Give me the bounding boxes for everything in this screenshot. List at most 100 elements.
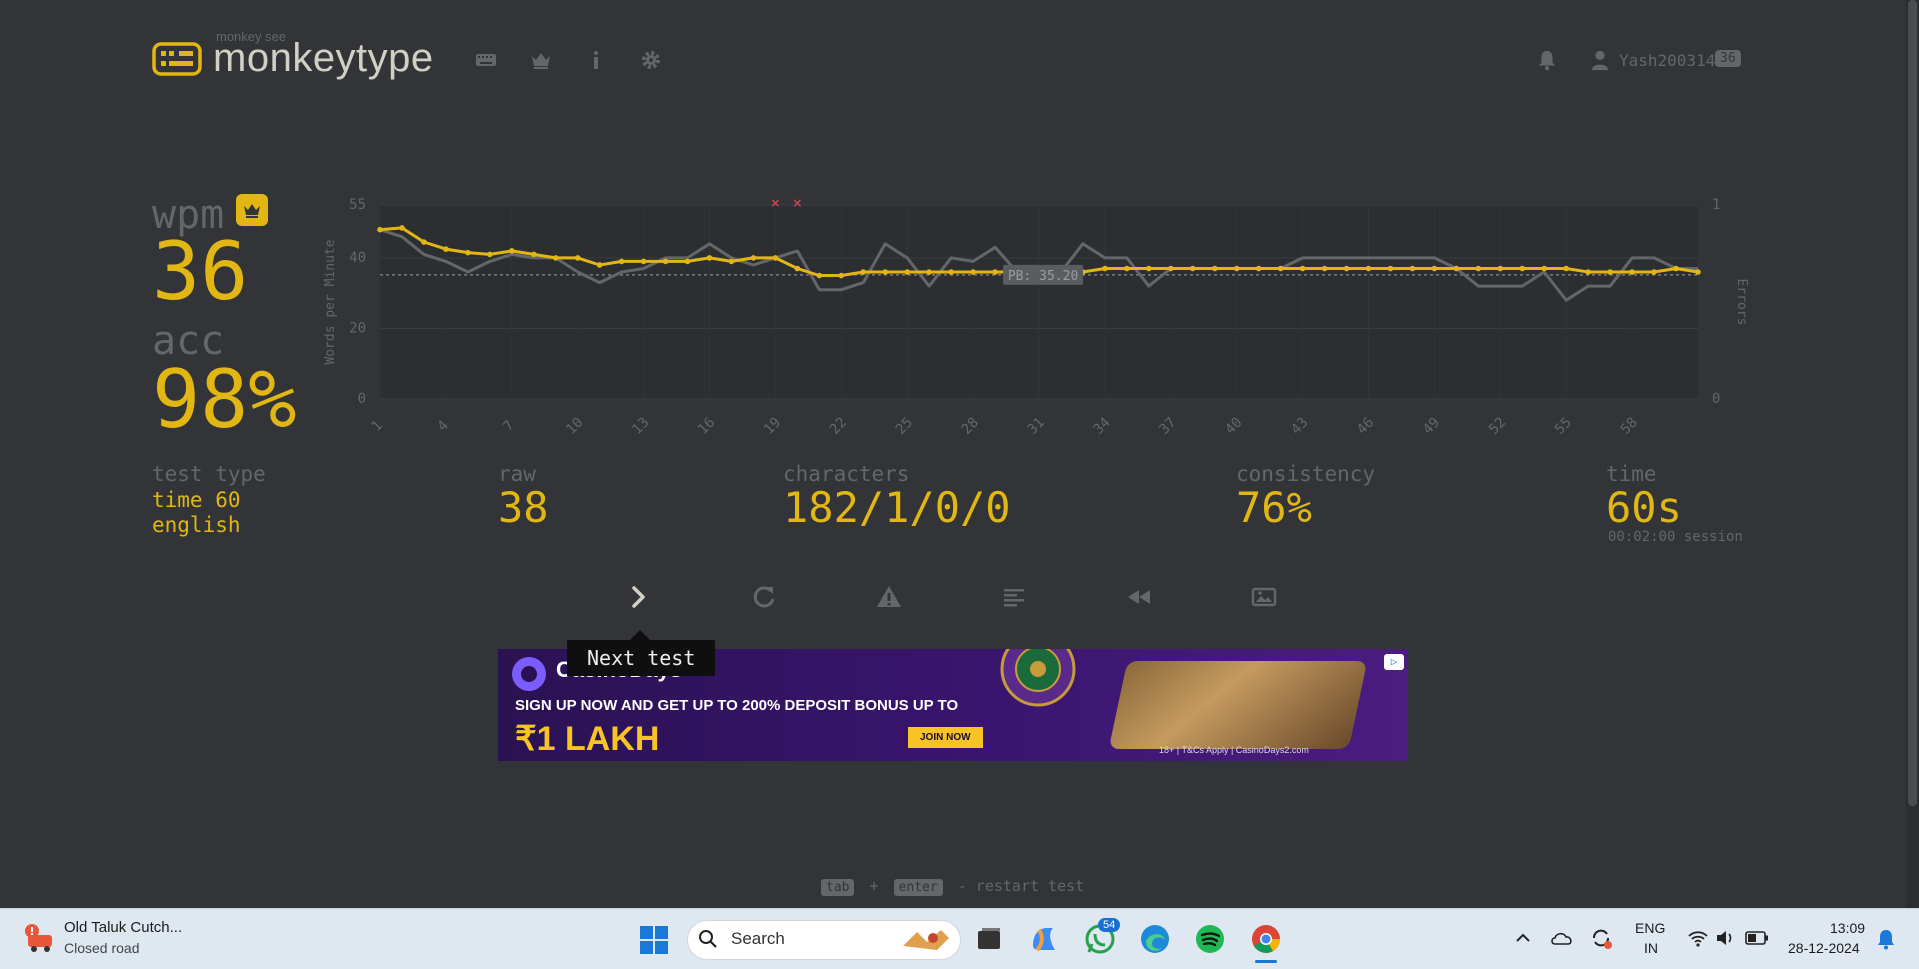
y-tick-label: 40 bbox=[349, 250, 366, 266]
next-test-button[interactable] bbox=[624, 582, 654, 612]
next-test-tooltip: Next test bbox=[567, 640, 716, 676]
wpm-point bbox=[465, 249, 471, 256]
rewind-icon[interactable] bbox=[1124, 582, 1154, 612]
wpm-point bbox=[574, 255, 581, 261]
test-type-language[interactable]: english bbox=[152, 513, 241, 537]
time-value: 60s bbox=[1606, 483, 1682, 532]
wpm-point bbox=[1585, 269, 1591, 275]
monkeytype-logo-icon[interactable] bbox=[152, 42, 202, 76]
bell-icon[interactable] bbox=[1536, 49, 1558, 71]
onedrive-icon[interactable] bbox=[1550, 928, 1574, 948]
accuracy-value: 98% bbox=[152, 353, 297, 446]
error-marker: × bbox=[770, 196, 780, 210]
logo-text[interactable]: monkeytype bbox=[213, 36, 434, 81]
user-icon[interactable] bbox=[1589, 49, 1611, 71]
ad-headline: SIGN UP NOW AND GET UP TO 200% DEPOSIT B… bbox=[515, 697, 959, 714]
x-tick-label: 19 bbox=[761, 415, 784, 438]
wpm-point bbox=[772, 255, 779, 261]
consistency-value: 76% bbox=[1236, 483, 1312, 532]
copilot-icon[interactable] bbox=[1027, 922, 1061, 956]
spotify-icon[interactable] bbox=[1193, 922, 1227, 956]
gear-icon[interactable] bbox=[639, 48, 663, 72]
wpm-point bbox=[970, 269, 976, 275]
wpm-point bbox=[662, 258, 669, 265]
wpm-point bbox=[640, 258, 647, 265]
wpm-point bbox=[1497, 265, 1504, 272]
y2-tick-label: 0 bbox=[1712, 391, 1720, 407]
volume-icon[interactable] bbox=[1714, 928, 1736, 948]
x-tick-label: 31 bbox=[1025, 415, 1048, 438]
x-tick-label: 49 bbox=[1420, 415, 1443, 438]
account-username[interactable]: Yash200314 bbox=[1619, 51, 1715, 70]
wpm-point bbox=[684, 258, 691, 265]
chrome-active-indicator bbox=[1255, 960, 1277, 963]
y2-tick-label: 1 bbox=[1712, 197, 1720, 213]
search-highlight-icon bbox=[903, 930, 949, 950]
windows-start-icon[interactable] bbox=[639, 925, 669, 955]
wpm-point bbox=[1124, 265, 1130, 272]
x-tick-label: 1 bbox=[369, 418, 386, 435]
search-icon bbox=[699, 930, 717, 948]
restart-button[interactable] bbox=[749, 582, 779, 612]
clock-date[interactable]: 28-12-2024 bbox=[1788, 940, 1860, 956]
wpm-point bbox=[1387, 265, 1394, 272]
warning-icon[interactable] bbox=[874, 582, 904, 612]
wpm-point bbox=[1563, 265, 1569, 272]
wpm-point bbox=[992, 269, 998, 275]
y-tick-label: 55 bbox=[349, 197, 366, 213]
language-indicator[interactable]: ENG bbox=[1635, 920, 1665, 936]
region-indicator[interactable]: IN bbox=[1644, 940, 1658, 956]
weather-widget-title[interactable]: Old Taluk Cutch... bbox=[64, 919, 182, 936]
wpm-point bbox=[750, 255, 757, 261]
wpm-point bbox=[596, 262, 603, 268]
x-tick-label: 4 bbox=[434, 418, 451, 435]
wpm-point bbox=[1519, 265, 1526, 272]
battery-icon[interactable] bbox=[1745, 929, 1769, 947]
text-align-icon[interactable] bbox=[999, 582, 1029, 612]
wpm-point bbox=[1343, 265, 1350, 272]
notification-bell-icon[interactable] bbox=[1876, 928, 1896, 950]
wpm-point bbox=[1168, 265, 1174, 272]
raw-value: 38 bbox=[498, 483, 549, 532]
sync-icon[interactable] bbox=[1589, 926, 1613, 950]
wpm-point bbox=[1146, 265, 1152, 272]
info-icon[interactable] bbox=[584, 48, 608, 72]
chrome-icon[interactable] bbox=[1249, 922, 1283, 956]
wpm-point bbox=[1102, 265, 1108, 272]
chevron-up-icon[interactable] bbox=[1514, 929, 1532, 947]
crown-icon[interactable] bbox=[529, 48, 553, 72]
wpm-point bbox=[1255, 265, 1262, 272]
wpm-point bbox=[1299, 265, 1306, 272]
x-tick-label: 58 bbox=[1618, 415, 1641, 438]
test-type-mode[interactable]: time 60 bbox=[152, 488, 241, 512]
taskbar-search-placeholder: Search bbox=[731, 929, 785, 948]
x-tick-label: 7 bbox=[500, 418, 517, 435]
wpm-point bbox=[882, 269, 889, 275]
wpm-point bbox=[399, 225, 405, 231]
wpm-point bbox=[1673, 265, 1679, 272]
wpm-point bbox=[1321, 265, 1328, 272]
wpm-point bbox=[530, 251, 537, 258]
ad-photo bbox=[1108, 661, 1368, 749]
wpm-point bbox=[706, 255, 713, 261]
y-tick-label: 0 bbox=[358, 391, 366, 407]
adchoices-icon[interactable]: ▷ bbox=[1384, 654, 1404, 670]
task-view-icon[interactable] bbox=[972, 922, 1006, 956]
edge-icon[interactable] bbox=[1138, 922, 1172, 956]
ad-join-button[interactable]: JOIN NOW bbox=[908, 727, 983, 748]
tab-key: tab bbox=[821, 879, 855, 896]
wpm-point bbox=[1277, 265, 1284, 272]
x-tick-label: 34 bbox=[1090, 415, 1113, 438]
image-icon[interactable] bbox=[1249, 582, 1279, 612]
weather-widget-subtitle[interactable]: Closed road bbox=[64, 940, 140, 956]
wpm-point bbox=[838, 272, 845, 279]
wpm-point bbox=[948, 269, 954, 275]
wifi-icon[interactable] bbox=[1687, 928, 1709, 948]
x-tick-label: 52 bbox=[1486, 415, 1509, 438]
restart-hint: tab + enter - restart test bbox=[821, 877, 1084, 896]
road-closed-weather-icon[interactable] bbox=[22, 923, 56, 955]
ad-amount: ₹1 LAKH bbox=[515, 720, 660, 758]
scrollbar-thumb[interactable] bbox=[1908, 0, 1917, 806]
clock-time[interactable]: 13:09 bbox=[1830, 920, 1865, 936]
keyboard-icon[interactable] bbox=[474, 48, 498, 72]
